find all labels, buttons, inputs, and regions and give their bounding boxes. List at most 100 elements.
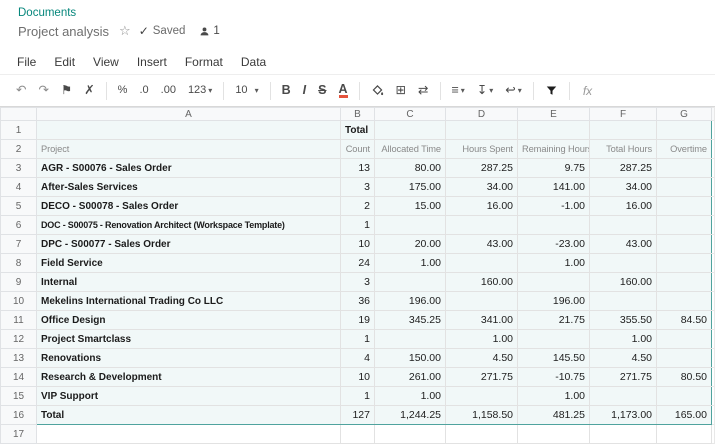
cell-D17[interactable] xyxy=(446,425,518,444)
cell-D6[interactable] xyxy=(446,216,518,235)
cell-A11[interactable]: Office Design xyxy=(37,311,341,330)
cell-A7[interactable]: DPC - S00077 - Sales Order xyxy=(37,235,341,254)
formula-input[interactable] xyxy=(600,75,715,106)
cell-C11[interactable]: 345.25 xyxy=(375,311,446,330)
cell-D8[interactable] xyxy=(446,254,518,273)
filter-icon[interactable] xyxy=(540,83,563,99)
row-header-6[interactable]: 6 xyxy=(1,216,37,235)
cell-F10[interactable] xyxy=(590,292,657,311)
row-header-4[interactable]: 4 xyxy=(1,178,37,197)
undo-icon[interactable]: ↶ xyxy=(11,82,31,99)
cell-F2[interactable]: Total Hours xyxy=(590,140,657,159)
cell-B13[interactable]: 4 xyxy=(341,349,375,368)
cell-C17[interactable] xyxy=(375,425,446,444)
cell-B14[interactable]: 10 xyxy=(341,368,375,387)
cell-C4[interactable]: 175.00 xyxy=(375,178,446,197)
row-header-2[interactable]: 2 xyxy=(1,140,37,159)
cell-D1[interactable] xyxy=(446,121,518,140)
cell-G4[interactable] xyxy=(657,178,712,197)
page-title[interactable]: Project analysis xyxy=(18,24,109,39)
cell-G14[interactable]: 80.50 xyxy=(657,368,712,387)
cell-F5[interactable]: 16.00 xyxy=(590,197,657,216)
font-size-selector[interactable]: 10 ▾ xyxy=(230,83,263,98)
cell-D11[interactable]: 341.00 xyxy=(446,311,518,330)
cell-E17[interactable] xyxy=(518,425,590,444)
cell-G17[interactable] xyxy=(657,425,712,444)
cell-F4[interactable]: 34.00 xyxy=(590,178,657,197)
cell-C6[interactable] xyxy=(375,216,446,235)
row-header-9[interactable]: 9 xyxy=(1,273,37,292)
cell-F7[interactable]: 43.00 xyxy=(590,235,657,254)
number-format-button[interactable]: 123▾ xyxy=(183,83,217,98)
strikethrough-button[interactable]: S xyxy=(313,82,331,99)
paint-format-icon[interactable]: ⚑ xyxy=(56,82,77,99)
cell-G16[interactable]: 165.00 xyxy=(657,406,712,425)
cell-E12[interactable] xyxy=(518,330,590,349)
cell-E16[interactable]: 481.25 xyxy=(518,406,590,425)
row-header-8[interactable]: 8 xyxy=(1,254,37,273)
cell-B16[interactable]: 127 xyxy=(341,406,375,425)
cell-D10[interactable] xyxy=(446,292,518,311)
menu-insert[interactable]: Insert xyxy=(128,52,176,72)
cell-D9[interactable]: 160.00 xyxy=(446,273,518,292)
menu-view[interactable]: View xyxy=(84,52,128,72)
cell-D14[interactable]: 271.75 xyxy=(446,368,518,387)
cell-G7[interactable] xyxy=(657,235,712,254)
cell-F11[interactable]: 355.50 xyxy=(590,311,657,330)
cell-F17[interactable] xyxy=(590,425,657,444)
row-header-10[interactable]: 10 xyxy=(1,292,37,311)
cell-B5[interactable]: 2 xyxy=(341,197,375,216)
cell-G9[interactable] xyxy=(657,273,712,292)
cell-C7[interactable]: 20.00 xyxy=(375,235,446,254)
cell-B1[interactable]: Total xyxy=(341,121,375,140)
cell-G12[interactable] xyxy=(657,330,712,349)
row-header-12[interactable]: 12 xyxy=(1,330,37,349)
cell-B2[interactable]: Count xyxy=(341,140,375,159)
cell-B10[interactable]: 36 xyxy=(341,292,375,311)
cell-B8[interactable]: 24 xyxy=(341,254,375,273)
cell-G6[interactable] xyxy=(657,216,712,235)
favorite-star-icon[interactable]: ☆ xyxy=(119,23,131,39)
cell-A4[interactable]: After-Sales Services xyxy=(37,178,341,197)
cell-D2[interactable]: Hours Spent xyxy=(446,140,518,159)
cell-E14[interactable]: -10.75 xyxy=(518,368,590,387)
cell-E7[interactable]: -23.00 xyxy=(518,235,590,254)
cell-B17[interactable] xyxy=(341,425,375,444)
cell-D5[interactable]: 16.00 xyxy=(446,197,518,216)
cell-F16[interactable]: 1,173.00 xyxy=(590,406,657,425)
text-color-button[interactable]: A xyxy=(339,83,348,99)
column-header-B[interactable]: B xyxy=(341,108,375,121)
row-header-17[interactable]: 17 xyxy=(1,425,37,444)
fill-color-icon[interactable] xyxy=(366,82,389,99)
cell-A14[interactable]: Research & Development xyxy=(37,368,341,387)
row-header-3[interactable]: 3 xyxy=(1,159,37,178)
cell-G13[interactable] xyxy=(657,349,712,368)
cell-E15[interactable]: 1.00 xyxy=(518,387,590,406)
merge-cells-icon[interactable]: ⇄ xyxy=(413,82,433,99)
column-header-A[interactable]: A xyxy=(37,108,341,121)
cell-B3[interactable]: 13 xyxy=(341,159,375,178)
row-header-15[interactable]: 15 xyxy=(1,387,37,406)
cell-C14[interactable]: 261.00 xyxy=(375,368,446,387)
cell-E8[interactable]: 1.00 xyxy=(518,254,590,273)
cell-G8[interactable] xyxy=(657,254,712,273)
cell-A17[interactable] xyxy=(37,425,341,444)
cell-A8[interactable]: Field Service xyxy=(37,254,341,273)
cell-A16[interactable]: Total xyxy=(37,406,341,425)
cell-C9[interactable] xyxy=(375,273,446,292)
cell-A10[interactable]: Mekelins International Trading Co LLC xyxy=(37,292,341,311)
row-header-1[interactable]: 1 xyxy=(1,121,37,140)
menu-data[interactable]: Data xyxy=(232,52,275,72)
cell-C2[interactable]: Allocated Time xyxy=(375,140,446,159)
cell-G10[interactable] xyxy=(657,292,712,311)
cell-D15[interactable] xyxy=(446,387,518,406)
text-wrap-button[interactable]: ↩▾ xyxy=(500,82,527,99)
cell-D12[interactable]: 1.00 xyxy=(446,330,518,349)
cell-A1[interactable] xyxy=(37,121,341,140)
cell-A9[interactable]: Internal xyxy=(37,273,341,292)
cell-C16[interactable]: 1,244.25 xyxy=(375,406,446,425)
cell-B7[interactable]: 10 xyxy=(341,235,375,254)
cell-B4[interactable]: 3 xyxy=(341,178,375,197)
cell-D16[interactable]: 1,158.50 xyxy=(446,406,518,425)
cell-B9[interactable]: 3 xyxy=(341,273,375,292)
